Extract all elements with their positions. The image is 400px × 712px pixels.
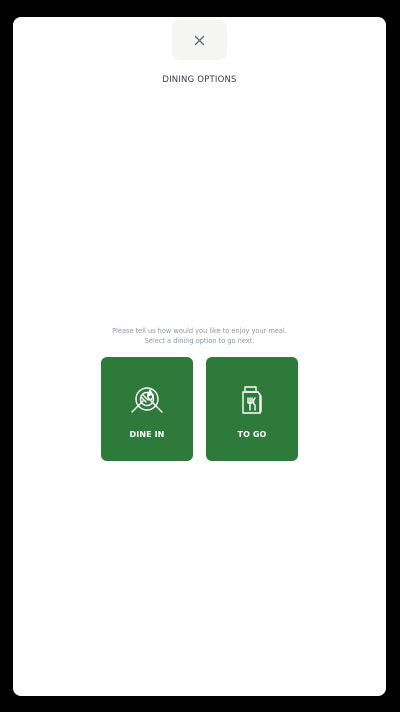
instructions-text: Please tell us how would you like to enj… bbox=[13, 326, 386, 346]
close-button[interactable] bbox=[172, 20, 227, 60]
dine-in-button[interactable]: DINE IN bbox=[101, 357, 193, 461]
to-go-label: TO GO bbox=[237, 430, 267, 439]
instructions-line-1: Please tell us how would you like to enj… bbox=[112, 327, 287, 335]
instructions-line-2: Select a dining option to go next. bbox=[144, 337, 255, 345]
page-title: DINING OPTIONS bbox=[162, 75, 237, 85]
kiosk-screen: DINING OPTIONS Please tell us how would … bbox=[13, 17, 386, 696]
to-go-button[interactable]: TO GO bbox=[206, 357, 298, 461]
dine-in-label: DINE IN bbox=[129, 430, 165, 439]
close-icon bbox=[194, 35, 205, 46]
takeaway-bag-icon bbox=[206, 385, 298, 415]
plate-cutlery-icon bbox=[101, 385, 193, 415]
